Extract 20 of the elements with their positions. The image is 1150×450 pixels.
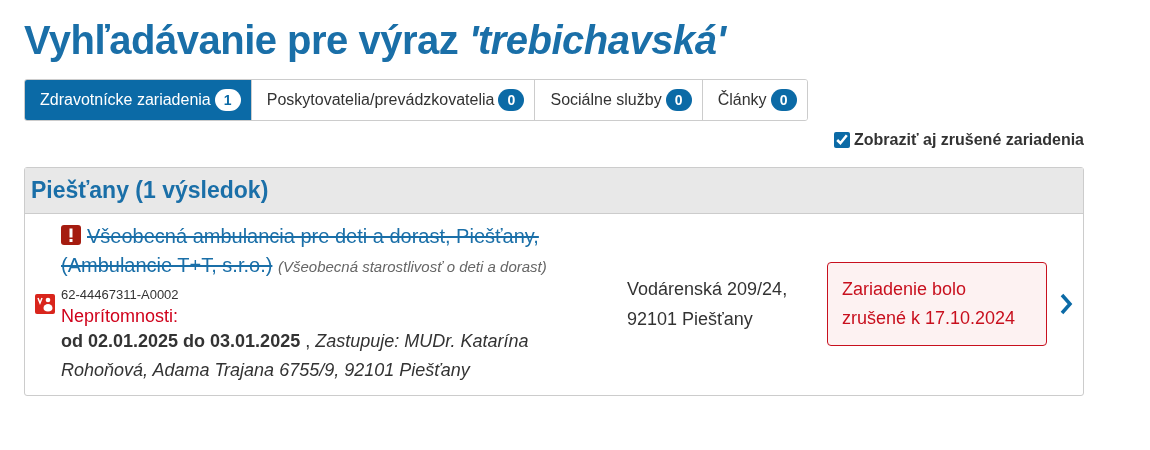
- group-header: Piešťany (1 výsledok): [25, 168, 1083, 214]
- checkbox[interactable]: [834, 132, 851, 148]
- alert-icon: [61, 225, 81, 245]
- checkbox-label: Zobraziť aj zrušené zariadenia: [854, 131, 1084, 149]
- specialty: (Všeobecná starostlivosť o deti a dorast): [277, 258, 547, 275]
- chevron-right-icon[interactable]: [1059, 291, 1073, 316]
- count-badge: 0: [665, 89, 692, 111]
- facility-link[interactable]: Všeobecná ambulancia pre deti a dorast, Piešťany,: [87, 225, 539, 247]
- facility-link[interactable]: (Ambulancie T+T, s.r.o.): [61, 254, 273, 276]
- cancelled-notice: Zariadenie bolo zrušené k 17.10.2024: [827, 261, 1047, 346]
- absence-text: od 02.01.2025 do 03.01.2025 , Zastupuje: MUDr. Katarína Rohoňová, Adama Trajana 6755/9, 92101 Piešťany: [61, 330, 530, 382]
- tab[interactable]: Zdravotnícke zariadenia 1: [25, 80, 252, 120]
- child-icon: [35, 293, 55, 314]
- facility-code: 62-44467311-A0002: [61, 287, 180, 302]
- count-badge: 0: [770, 89, 797, 111]
- absence-label: Neprítomnosti:: [61, 306, 180, 327]
- count-badge: 1: [214, 89, 241, 111]
- page-title: Vyhľadávanie pre výraz 'trebichavská': [24, 18, 728, 63]
- address: Vodárenská 209/24, 92101 Piešťany: [627, 277, 789, 331]
- count-badge: 0: [498, 89, 525, 111]
